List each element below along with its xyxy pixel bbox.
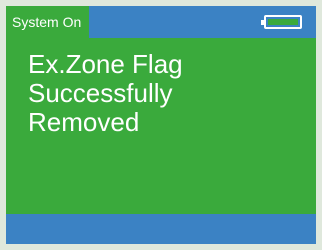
bottom-bar xyxy=(6,214,316,244)
message-line-1: Ex.Zone Flag xyxy=(28,49,183,79)
message-line-3: Removed xyxy=(28,107,140,137)
message-line-2: Successfully xyxy=(28,78,173,108)
device-frame: System On Ex.Zone Flag Successfully Remo… xyxy=(0,0,322,250)
status-bar: System On xyxy=(6,6,316,38)
system-status-label: System On xyxy=(6,6,90,38)
status-message: Ex.Zone Flag Successfully Removed xyxy=(28,50,308,137)
battery-icon xyxy=(261,15,302,29)
battery-level-fill xyxy=(268,19,298,25)
battery-terminal xyxy=(261,20,264,25)
display-screen: System On Ex.Zone Flag Successfully Remo… xyxy=(6,6,316,244)
